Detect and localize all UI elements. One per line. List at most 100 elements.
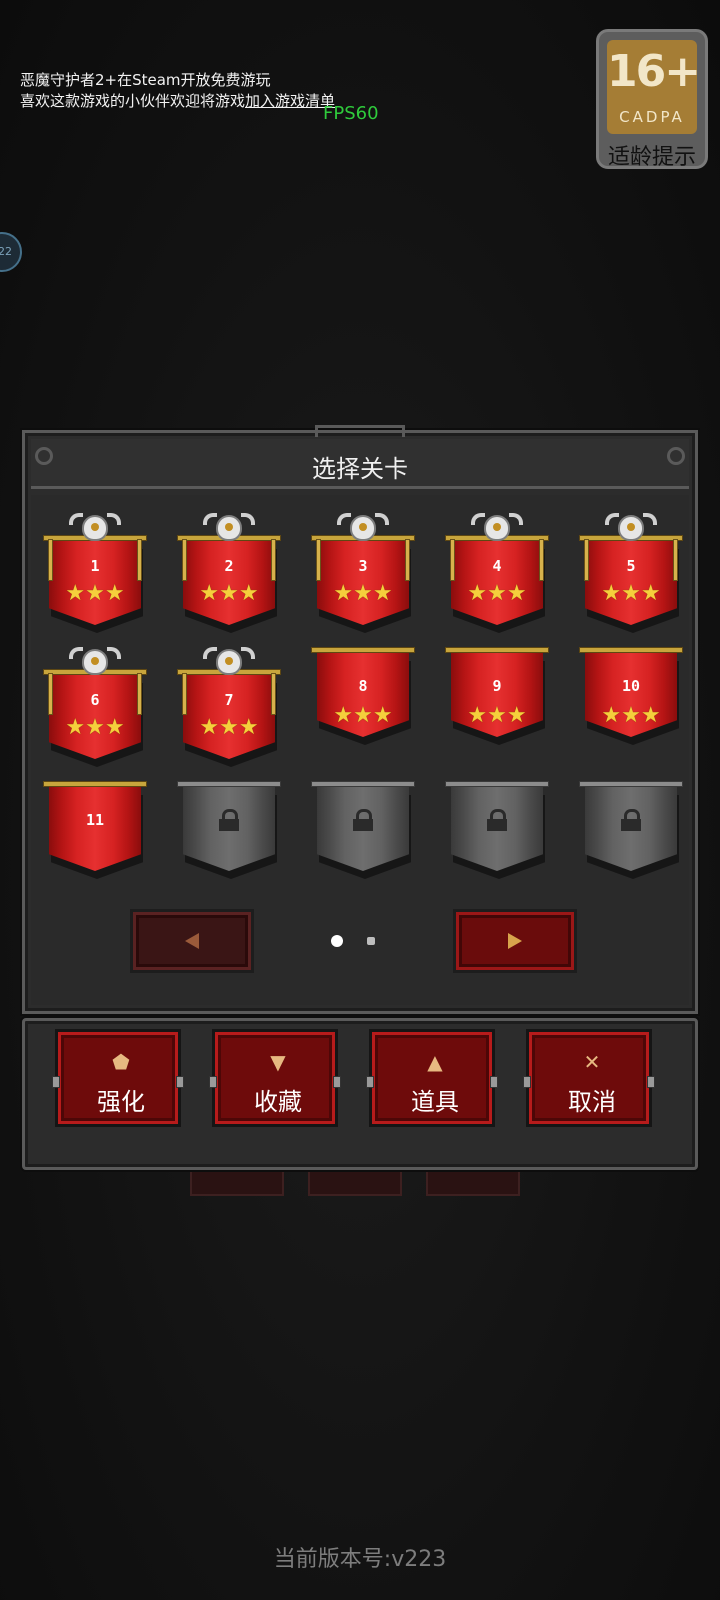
banner-rod xyxy=(579,781,683,787)
level-stars: ★★★ xyxy=(199,715,259,740)
shield-crest-icon xyxy=(216,649,242,675)
banner-rod xyxy=(311,781,415,787)
lock-icon xyxy=(219,809,239,831)
lock-icon xyxy=(353,809,373,831)
level-stars: ★★★ xyxy=(467,703,527,728)
shield-crest-icon xyxy=(484,515,510,541)
cancel-button[interactable]: ✕ 取消 xyxy=(523,1029,655,1127)
level-number: 8 xyxy=(358,677,368,695)
upgrade-icon: ⬟ xyxy=(112,1050,130,1074)
dialog-title: 选择关卡 xyxy=(312,455,408,483)
level-stars: ★★★ xyxy=(601,703,661,728)
hidden-menu-button-1 xyxy=(190,1170,284,1196)
horn-icon xyxy=(69,513,83,525)
horn-icon xyxy=(375,513,389,525)
fps-counter: FPS60 xyxy=(323,103,379,124)
title-ornament xyxy=(315,425,405,437)
banner-rod xyxy=(445,647,549,653)
level-banner[interactable]: 11 xyxy=(43,781,147,901)
hidden-menu-button-3 xyxy=(426,1170,520,1196)
level-banner-locked xyxy=(177,781,281,901)
page-dot-inactive xyxy=(367,937,375,945)
level-banner[interactable]: 3 ★★★ xyxy=(311,513,415,633)
horn-icon xyxy=(107,513,121,525)
horn-icon xyxy=(643,513,657,525)
level-banner[interactable]: 8 ★★★ xyxy=(311,647,415,767)
banner-rod xyxy=(445,781,549,787)
items-button[interactable]: ▲ 道具 xyxy=(366,1029,498,1127)
banner-rod xyxy=(177,781,281,787)
page-dot-active xyxy=(331,935,343,947)
arrow-left-icon xyxy=(185,933,199,949)
shield-crest-icon xyxy=(216,515,242,541)
level-stars: ★★★ xyxy=(199,581,259,606)
level-stars: ★★★ xyxy=(65,581,125,606)
notice-line-2: 喜欢这款游戏的小伙伴欢迎将游戏加入游戏清单 xyxy=(20,91,335,112)
side-bubble-text: 22 xyxy=(0,245,12,258)
action-label: 强化 xyxy=(97,1088,145,1116)
action-label: 道具 xyxy=(411,1088,459,1116)
level-stars: ★★★ xyxy=(601,581,661,606)
level-number: 10 xyxy=(621,677,641,695)
level-select-dialog: 选择关卡 1 ★★★ 2 ★★★ 3 ★★★ 4 ★★★ 5 ★★★ 6 ★★★ 7 ★★★ 8 ★★★ 9 ★★… xyxy=(22,425,698,1014)
level-banner[interactable]: 2 ★★★ xyxy=(177,513,281,633)
horn-icon xyxy=(241,647,255,659)
hidden-menu-button-2 xyxy=(308,1170,402,1196)
notice-line-1: 恶魔守护者2+在Steam开放免费游玩 xyxy=(20,71,271,89)
horn-icon xyxy=(509,513,523,525)
level-banner-locked xyxy=(579,781,683,901)
banner-cloth xyxy=(49,787,141,871)
trophy-icon: ▼ xyxy=(270,1050,286,1074)
level-number: 2 xyxy=(224,557,234,575)
level-number: 7 xyxy=(224,691,234,709)
dialog-title-bar: 选择关卡 xyxy=(31,425,689,489)
level-number: 4 xyxy=(492,557,502,575)
version-label: 当前版本号:v223 xyxy=(273,1547,447,1572)
prev-page-button[interactable] xyxy=(130,909,254,973)
horn-icon xyxy=(107,647,121,659)
age-rating-badge: 16+ CADPA 适龄提示 xyxy=(596,29,708,170)
level-banner[interactable]: 6 ★★★ xyxy=(43,647,147,767)
level-stars: ★★★ xyxy=(467,581,527,606)
collection-button[interactable]: ▼ 收藏 xyxy=(209,1029,341,1127)
game-screen: 恶魔守护者2+在Steam开放免费游玩 喜欢这款游戏的小伙伴欢迎将游戏加入游戏清… xyxy=(0,0,720,1600)
level-number: 6 xyxy=(90,691,100,709)
upgrade-button[interactable]: ⬟ 强化 xyxy=(52,1029,184,1127)
horn-icon xyxy=(471,513,485,525)
level-number: 9 xyxy=(492,677,502,695)
banner-rod xyxy=(579,647,683,653)
shield-crest-icon xyxy=(82,649,108,675)
level-banner-locked xyxy=(445,781,549,901)
close-icon: ✕ xyxy=(583,1050,601,1074)
shield-crest-icon xyxy=(618,515,644,541)
lock-icon xyxy=(621,809,641,831)
level-banner[interactable]: 4 ★★★ xyxy=(445,513,549,633)
level-stars: ★★★ xyxy=(333,703,393,728)
level-banner[interactable]: 7 ★★★ xyxy=(177,647,281,767)
level-banner[interactable]: 1 ★★★ xyxy=(43,513,147,633)
level-number: 3 xyxy=(358,557,368,575)
horn-icon xyxy=(203,513,217,525)
steam-notice: 恶魔守护者2+在Steam开放免费游玩 喜欢这款游戏的小伙伴欢迎将游戏加入游戏清… xyxy=(20,70,335,112)
action-bar: ⬟ 强化 ▼ 收藏 ▲ 道具 ✕ 取消 xyxy=(22,1018,698,1170)
age-rating-label: 适龄提示 xyxy=(607,145,696,170)
horn-icon xyxy=(203,647,217,659)
level-banner-locked xyxy=(311,781,415,901)
level-banner[interactable]: 10 ★★★ xyxy=(579,647,683,767)
shield-crest-icon xyxy=(350,515,376,541)
wishlist-link[interactable]: 加入游戏清单 xyxy=(245,92,335,110)
level-number: 1 xyxy=(90,557,100,575)
level-banner[interactable]: 9 ★★★ xyxy=(445,647,549,767)
next-page-button[interactable] xyxy=(453,909,577,973)
arrow-right-icon xyxy=(508,933,522,949)
horn-icon xyxy=(605,513,619,525)
side-floating-bubble[interactable]: 22 xyxy=(0,232,22,272)
age-rating-org: CADPA xyxy=(619,108,685,126)
banner-rod xyxy=(43,781,147,787)
banner-rod xyxy=(311,647,415,653)
level-banner[interactable]: 5 ★★★ xyxy=(579,513,683,633)
level-stars: ★★★ xyxy=(65,715,125,740)
age-rating-number: 16+ xyxy=(607,46,701,97)
level-number: 5 xyxy=(626,557,636,575)
action-label: 收藏 xyxy=(254,1088,302,1116)
